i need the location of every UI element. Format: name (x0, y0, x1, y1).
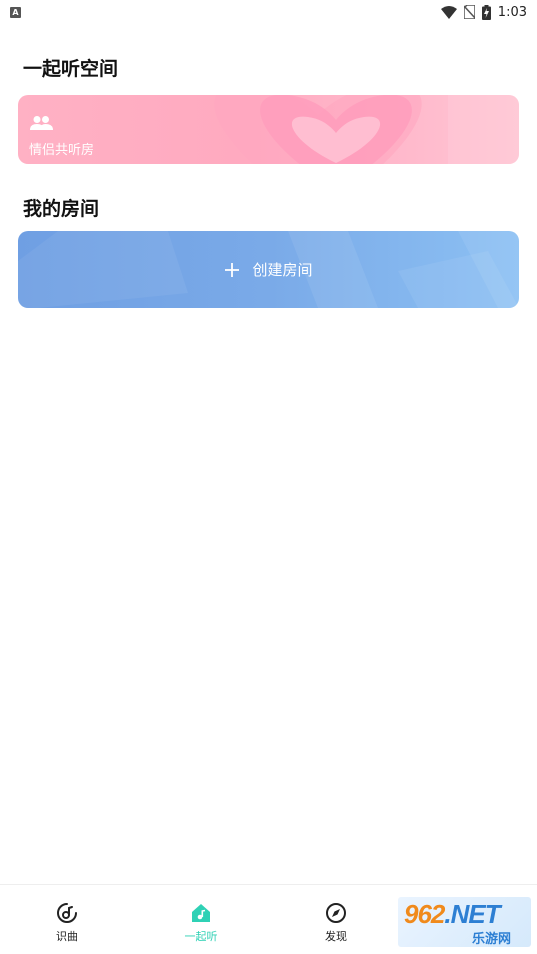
couple-room-label: 情侣共听房 (29, 143, 95, 158)
nav-item-discover[interactable]: 发现 (296, 902, 376, 944)
compass-icon (325, 902, 347, 924)
nav-item-listen-together[interactable]: 一起听 (161, 902, 241, 944)
no-sim-icon (463, 5, 475, 19)
my-rooms-title: 我的房间 (23, 198, 100, 220)
battery-charging-icon (481, 4, 491, 20)
wifi-icon (440, 5, 457, 19)
watermark-top-text: 962.NET (404, 899, 501, 929)
users-icon (30, 115, 53, 135)
create-room-button[interactable]: 创建房间 (18, 231, 519, 308)
nav-label-recognize: 识曲 (56, 930, 78, 943)
notification-a-icon: A (10, 6, 21, 18)
clock-time: 1:03 (497, 4, 527, 20)
couple-listening-room-card[interactable]: 情侣共听房 (18, 95, 519, 164)
nav-label-listen-together: 一起听 (184, 930, 218, 943)
nav-item-recognize[interactable]: 识曲 (27, 902, 107, 944)
create-room-label: 创建房间 (252, 261, 313, 279)
together-space-title: 一起听空间 (23, 58, 119, 80)
watermark-bottom-text: 乐游网 (472, 932, 512, 947)
music-note-circle-icon (56, 902, 78, 924)
plus-icon (224, 262, 240, 278)
nav-label-discover: 发现 (325, 930, 347, 943)
home-music-icon (190, 902, 212, 924)
watermark-logo: 962.NET 乐游网 (398, 897, 531, 947)
status-bar: A 1:03 (0, 0, 537, 24)
